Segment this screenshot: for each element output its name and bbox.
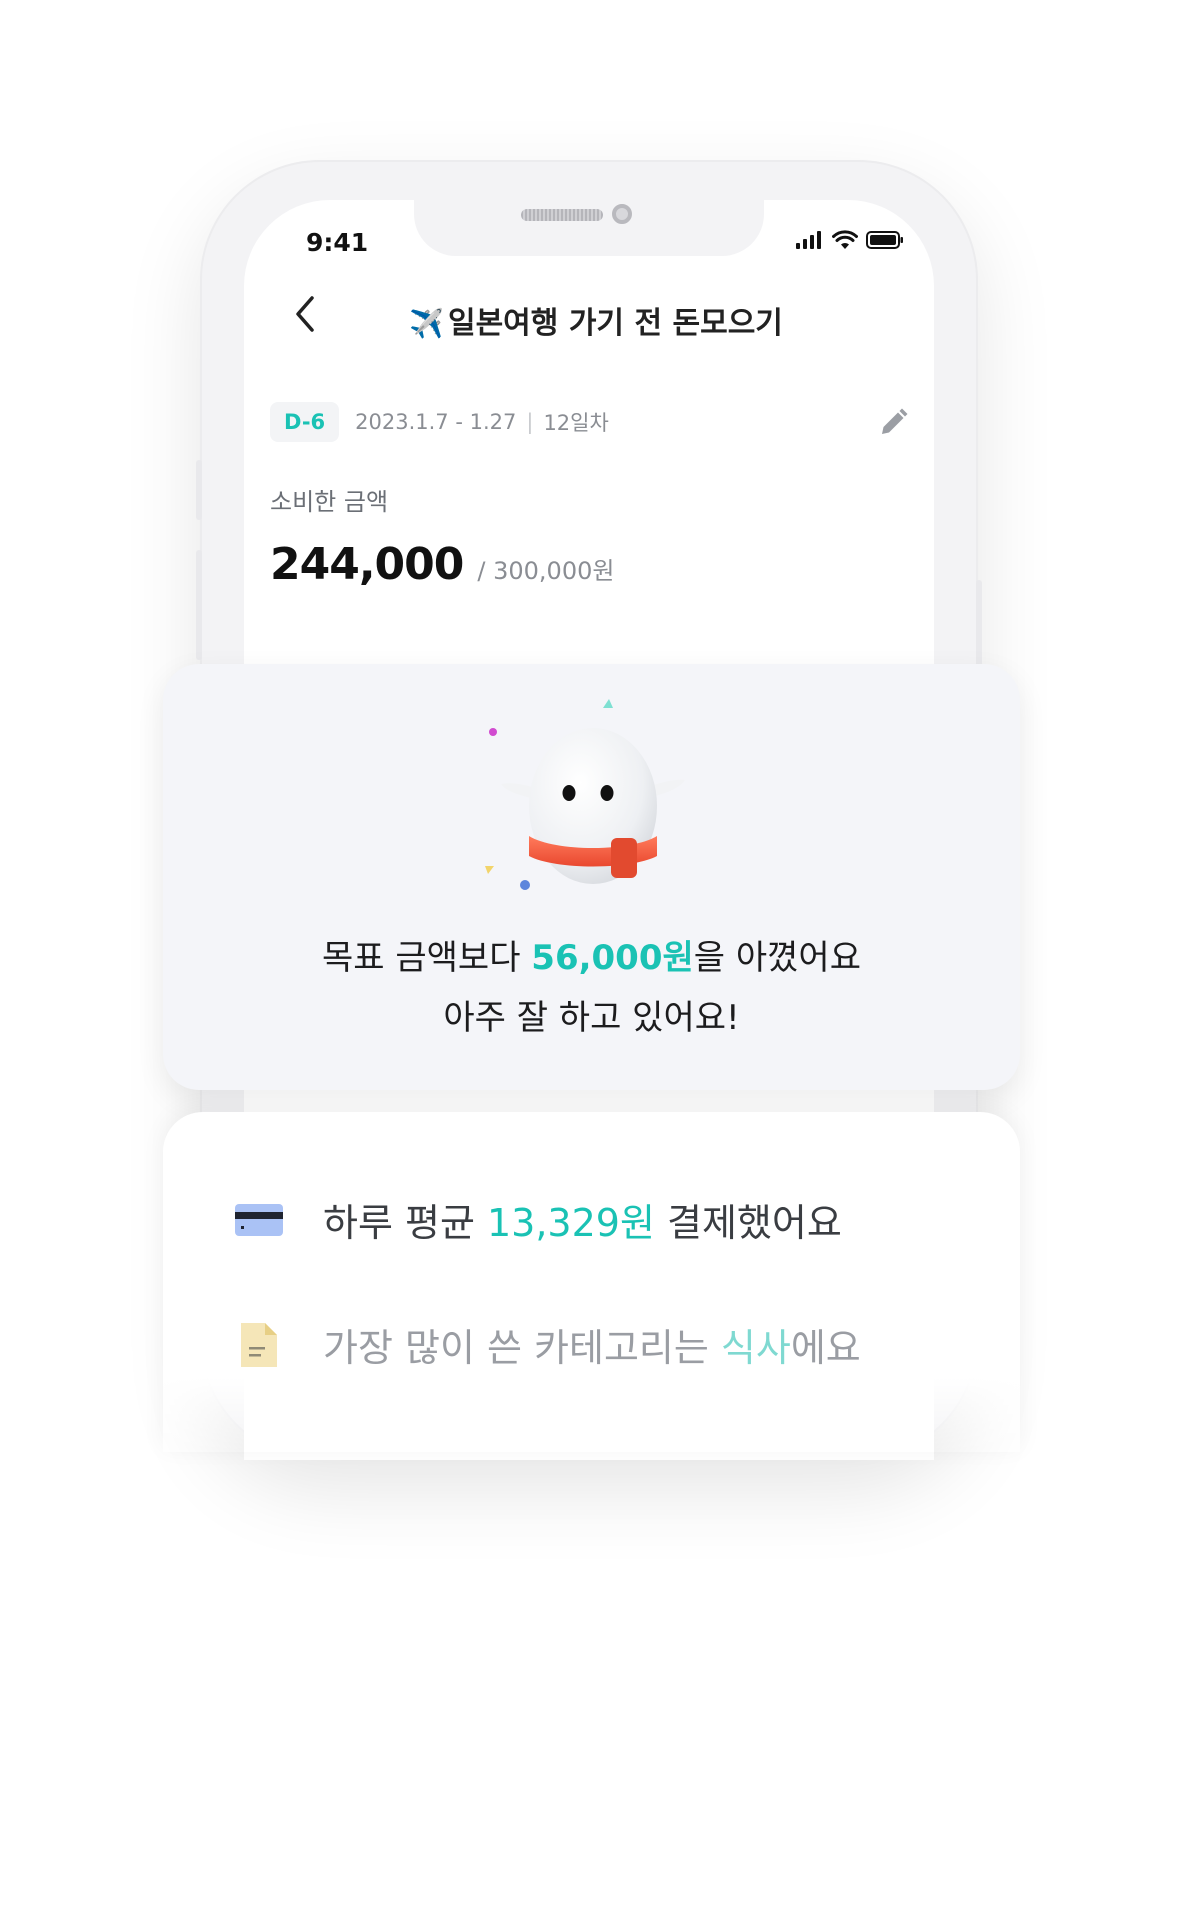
page-title: ✈️ 일본여행 가기 전 돈모으기 (244, 298, 934, 342)
spending-stats-card: 하루 평균 13,329원 결제했어요 가장 많이 쓴 카테고리는 식사에요 (163, 1112, 1020, 1452)
spent-label: 소비한 금액 (270, 488, 389, 516)
saved-amount: 56,000원 (531, 938, 694, 978)
savings-message: 목표 금액보다 56,000원을 아꼈어요 (163, 930, 1020, 979)
page-title-text: 일본여행 가기 전 돈모으기 (447, 306, 783, 341)
dday-badge: D-6 (270, 402, 340, 442)
period-range: 2023.1.7 - 1.27 (355, 410, 517, 434)
savings-message-prefix: 목표 금액보다 (322, 938, 532, 978)
top-category-stat: 가장 많이 쓴 카테고리는 식사에요 (233, 1317, 861, 1372)
pencil-icon[interactable] (876, 406, 910, 440)
signal-icon (796, 230, 821, 249)
separator: | (526, 410, 534, 434)
phone-side-button (196, 460, 202, 520)
daily-average-stat: 하루 평균 13,329원 결제했어요 (233, 1192, 842, 1247)
top-category-name: 식사 (720, 1326, 791, 1370)
day-count: 12일차 (543, 411, 609, 435)
daily-average-text: 하루 평균 13,329원 결제했어요 (323, 1192, 842, 1247)
savings-message-card: 목표 금액보다 56,000원을 아꼈어요 아주 잘 하고 있어요! (163, 664, 1020, 1090)
stage: 9:41 ✈️ 일본여행 가기 전 돈모으기 D-6 2023.1.7 - 1.… (0, 0, 1179, 1917)
daily-average-amount: 13,329원 (487, 1201, 655, 1245)
egg-mascot-icon (485, 699, 685, 890)
period-row: D-6 2023.1.7 - 1.27 | 12일차 (270, 400, 910, 444)
status-time: 9:41 (306, 228, 369, 257)
notch (414, 200, 764, 256)
top-category-prefix: 가장 많이 쓴 카테고리는 (323, 1326, 721, 1370)
daily-average-suffix: 결제했어요 (654, 1201, 842, 1245)
status-icons (796, 230, 904, 249)
encouragement-message: 아주 잘 하고 있어요! (443, 998, 740, 1038)
airplane-icon: ✈️ (409, 307, 444, 340)
speaker-grille (521, 209, 603, 221)
daily-average-prefix: 하루 평균 (323, 1201, 487, 1245)
spent-row: 244,000 / 300,000원 (270, 539, 910, 590)
spent-amount: 244,000 (270, 539, 464, 590)
budget-summary: D-6 2023.1.7 - 1.27 | 12일차 소비한 금액 244,00… (270, 400, 910, 590)
battery-icon (866, 230, 903, 249)
savings-message-suffix: 을 아꼈어요 (693, 938, 861, 978)
phone-side-button (196, 550, 202, 660)
top-category-text: 가장 많이 쓴 카테고리는 식사에요 (323, 1317, 861, 1372)
document-icon (233, 1319, 285, 1371)
top-category-suffix: 에요 (790, 1326, 861, 1370)
credit-card-icon (233, 1194, 285, 1246)
wifi-icon (832, 230, 858, 249)
goal-amount: / 300,000원 (477, 557, 615, 585)
confetti-dot (489, 728, 497, 736)
camera-icon (612, 204, 632, 224)
nav-bar: ✈️ 일본여행 가기 전 돈모으기 (244, 280, 934, 350)
